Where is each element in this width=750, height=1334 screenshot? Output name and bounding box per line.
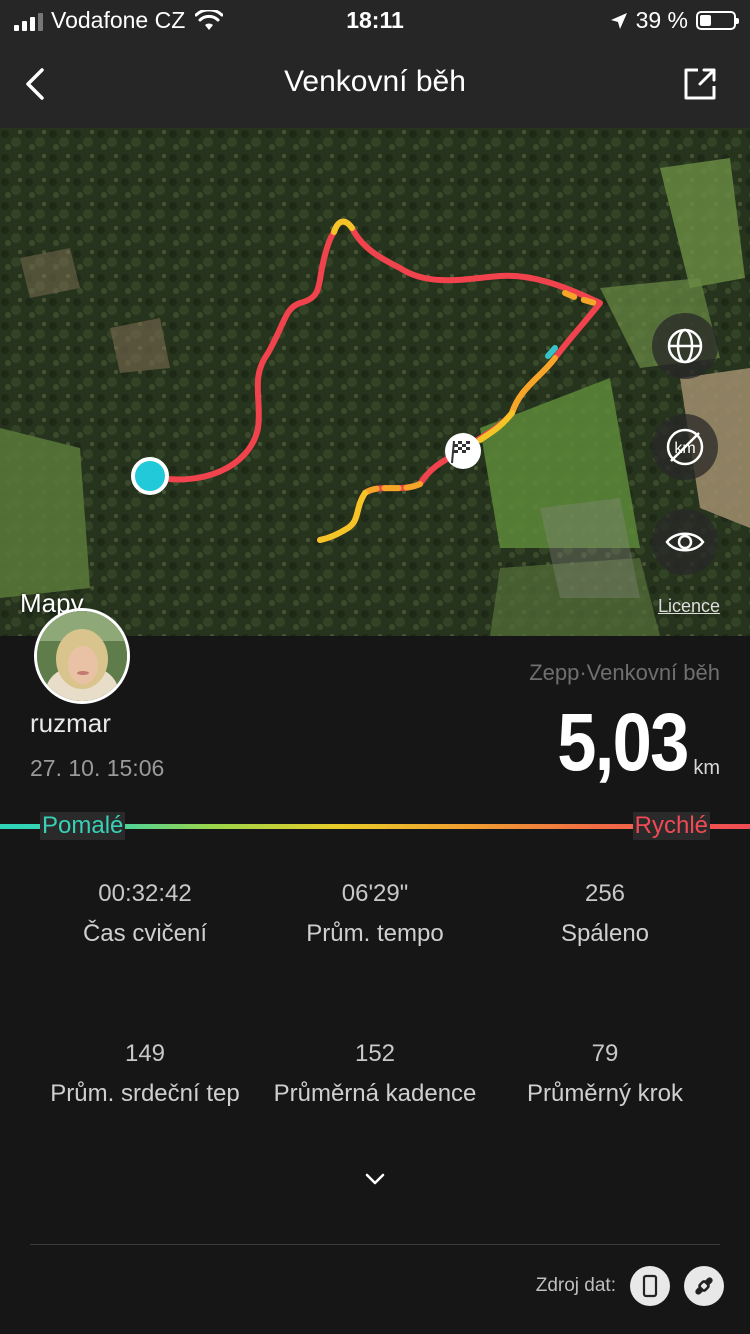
status-right: 39 % <box>610 7 739 34</box>
expand-stats-button[interactable] <box>360 1168 390 1190</box>
share-button[interactable] <box>680 64 720 104</box>
divider <box>30 1244 720 1245</box>
nav-bar: Venkovní běh <box>0 40 750 128</box>
distance-value: 5,03 <box>556 697 689 788</box>
visibility-toggle[interactable] <box>652 509 718 575</box>
stat-value: 00:32:42 <box>98 880 192 907</box>
stat-value: 256 <box>584 880 626 907</box>
start-point-marker <box>131 457 169 495</box>
battery-percent: 39 % <box>635 7 688 33</box>
stat-value: 06'29" <box>341 880 409 907</box>
km-off-icon: km <box>666 428 704 466</box>
map-type-button[interactable] <box>652 313 718 379</box>
eye-icon <box>665 532 705 552</box>
stat-label: Čas cvičení <box>82 920 208 947</box>
location-arrow-icon <box>610 12 627 29</box>
stat-avg-stride: 79 Průměrný krok <box>480 1040 730 1108</box>
avatar[interactable] <box>34 608 130 704</box>
stat-avg-heart-rate: 149 Prům. srdeční tep <box>20 1040 270 1108</box>
stat-value: 152 <box>354 1040 396 1067</box>
avatar-image <box>37 611 127 701</box>
phone-icon <box>642 1274 658 1298</box>
username: ruzmar <box>30 708 111 738</box>
speed-fast-label: Rychlé <box>632 812 710 840</box>
licence-link[interactable]: Licence <box>658 596 720 617</box>
speed-legend: Pomalé Rychlé <box>0 810 750 846</box>
route-map[interactable]: km Mapy Licence <box>0 128 750 636</box>
phone-source-button[interactable] <box>630 1266 670 1306</box>
status-bar: Vodafone CZ 18:11 39 % <box>0 0 750 40</box>
stat-avg-cadence: 152 Průměrná kadence <box>250 1040 500 1108</box>
workout-source-label: Zepp·Venkovní běh <box>529 660 720 685</box>
stat-value: 149 <box>124 1040 166 1067</box>
globe-icon <box>667 328 703 364</box>
stat-label: Průměrná kadence <box>273 1080 477 1107</box>
distance-unit: km <box>693 757 720 779</box>
satellite-map-background <box>0 128 750 636</box>
workout-datetime: 27. 10. 15:06 <box>30 755 165 781</box>
distance-display: 5,03 km <box>536 702 720 784</box>
data-source-label: Zdroj dat: <box>535 1275 616 1296</box>
km-markers-toggle[interactable]: km <box>652 414 718 480</box>
page-title: Venkovní běh <box>284 65 466 98</box>
stat-label: Prům. tempo <box>306 920 444 947</box>
speed-slow-label: Pomalé <box>40 812 126 840</box>
stat-calories: 256 Spáleno <box>480 880 730 948</box>
finish-flag-icon <box>445 433 481 469</box>
fitness-band-icon <box>695 1277 713 1295</box>
stat-duration: 00:32:42 Čas cvičení <box>20 880 270 948</box>
band-source-button[interactable] <box>684 1266 724 1306</box>
stat-avg-pace: 06'29" Prům. tempo <box>250 880 500 948</box>
stat-label: Spáleno <box>560 920 650 947</box>
data-source: Zdroj dat: <box>536 1266 724 1306</box>
stat-value: 79 <box>591 1040 619 1067</box>
battery-icon <box>696 11 739 30</box>
stat-label: Prům. srdeční tep <box>50 1080 240 1107</box>
stat-label: Průměrný krok <box>526 1080 684 1107</box>
